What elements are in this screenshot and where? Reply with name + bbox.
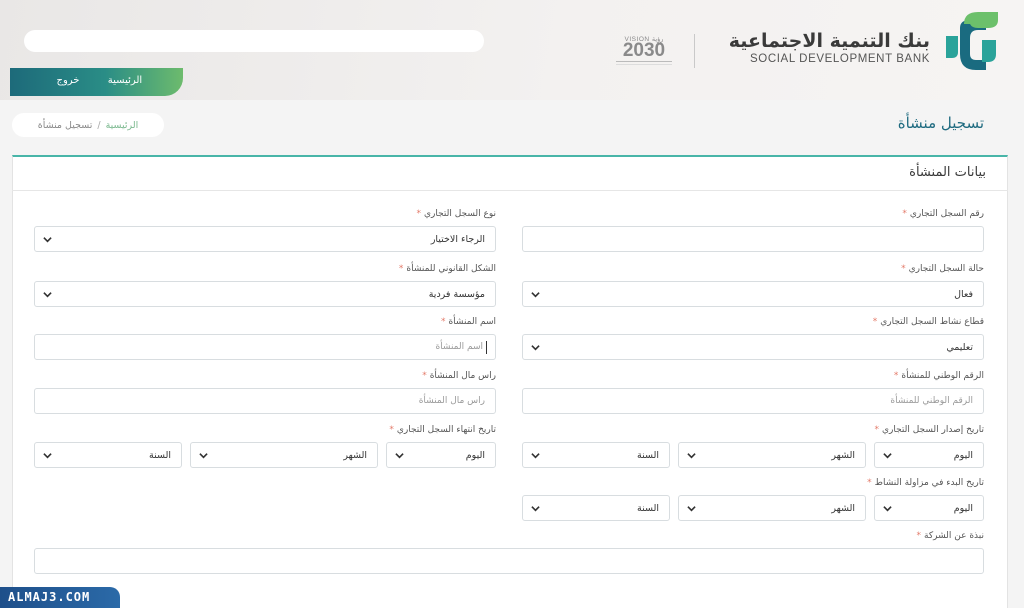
national-no-label: الرقم الوطني للمنشأة* [893, 371, 984, 381]
text-cursor [486, 341, 487, 354]
cr-number-input[interactable] [522, 226, 984, 252]
logo-divider [694, 34, 695, 68]
start-day-select[interactable]: اليوم [874, 495, 984, 521]
start-month-select[interactable]: الشهر [678, 495, 866, 521]
chevron-down-icon [43, 237, 52, 243]
cr-status-label: حالة السجل التجاري* [901, 264, 984, 274]
est-name-label: اسم المنشأة* [440, 317, 496, 327]
expiry-year-select[interactable]: السنة [34, 442, 182, 468]
issue-month-select[interactable]: الشهر [678, 442, 866, 468]
chevron-down-icon [43, 292, 52, 298]
cr-sector-label: قطاع نشاط السجل التجاري* [872, 317, 984, 327]
chevron-down-icon [687, 453, 696, 459]
chevron-down-icon [883, 453, 892, 459]
about-label: نبذة عن الشركة* [916, 531, 984, 541]
page-title: تسجيل منشأة [897, 114, 984, 132]
chevron-down-icon [199, 453, 208, 459]
nav-home-link[interactable]: الرئيسية [100, 75, 150, 89]
chevron-down-icon [687, 506, 696, 512]
nav-tab-bar [10, 68, 183, 96]
watermark-text: ALMAJ3.COM [8, 590, 91, 604]
start-year-select[interactable]: السنة [522, 495, 670, 521]
capital-input[interactable]: راس مال المنشأة [34, 388, 496, 414]
legal-form-label: الشكل القانوني للمنشأة* [398, 264, 496, 274]
national-no-input[interactable]: الرقم الوطني للمنشأة [522, 388, 984, 414]
expiry-date-label: تاريخ انتهاء السجل التجاري* [389, 425, 496, 435]
form-section-title: بيانات المنشأة [909, 165, 986, 180]
legal-form-select[interactable]: مؤسسة فردية [34, 281, 496, 307]
cr-type-select[interactable]: الرجاء الاختيار [34, 226, 496, 252]
chevron-down-icon [531, 453, 540, 459]
capital-label: راس مال المنشأة* [422, 371, 496, 381]
vision-2030-logo: 2030 [622, 40, 666, 61]
sdb-logo-icon [946, 12, 998, 70]
chevron-down-icon [531, 506, 540, 512]
breadcrumb-home-link[interactable]: الرئيسية [106, 120, 139, 131]
chevron-down-icon [531, 345, 540, 351]
chevron-down-icon [531, 292, 540, 298]
chevron-down-icon [883, 506, 892, 512]
chevron-down-icon [43, 453, 52, 459]
expiry-month-select[interactable]: الشهر [190, 442, 378, 468]
expiry-day-select[interactable]: اليوم [386, 442, 496, 468]
breadcrumb-separator: / [97, 119, 101, 131]
chevron-down-icon [395, 453, 404, 459]
cr-number-label: رقم السجل التجاري* [902, 209, 984, 219]
cr-status-select[interactable]: فعال [522, 281, 984, 307]
cr-type-label: نوع السجل التجاري* [416, 209, 496, 219]
about-textarea[interactable] [34, 548, 984, 574]
breadcrumb-current: تسجيل منشأة [37, 119, 93, 131]
header-search-bar[interactable] [24, 30, 484, 52]
issue-date-label: تاريخ إصدار السجل التجاري* [874, 425, 984, 435]
est-name-input[interactable]: اسم المنشأة [34, 334, 496, 360]
cr-sector-select[interactable]: تعليمي [522, 334, 984, 360]
cut-off-label [920, 598, 984, 608]
nav-logout-link[interactable]: خروج [48, 75, 88, 89]
bank-name-english: SOCIAL DEVELOPMENT BANK [750, 53, 930, 65]
issue-day-select[interactable]: اليوم [874, 442, 984, 468]
issue-year-select[interactable]: السنة [522, 442, 670, 468]
vision-underline [616, 61, 672, 65]
start-date-label: تاريخ البدء في مزاولة النشاط* [867, 478, 984, 488]
breadcrumb: الرئيسية / تسجيل منشأة [12, 113, 164, 137]
